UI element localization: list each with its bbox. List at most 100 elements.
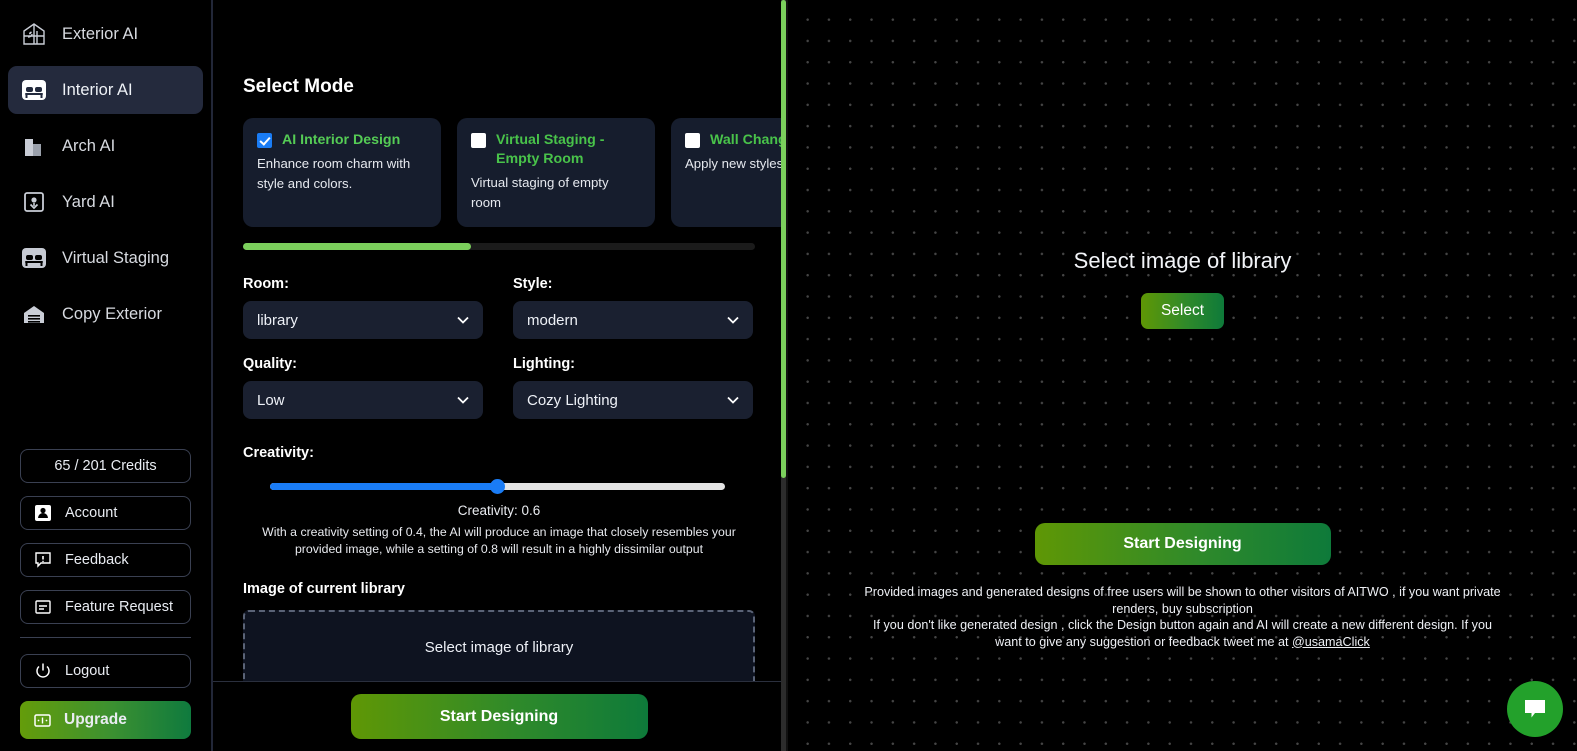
scrollbar-thumb[interactable] — [781, 0, 786, 478]
sidebar-item-label: Copy Exterior — [62, 304, 162, 323]
user-icon — [33, 503, 53, 523]
canvas-title: Select image of library — [1073, 248, 1292, 273]
quality-field: Quality: Low — [243, 356, 483, 436]
garage-icon — [20, 300, 48, 328]
sidebar-item-yard-ai[interactable]: Yard AI — [8, 178, 203, 226]
bed-icon — [20, 244, 48, 272]
mode-card-wall-changer[interactable]: Wall Changer Apply new styles an walls — [671, 118, 785, 227]
quality-selected-value: Low — [257, 391, 285, 409]
logout-label: Logout — [65, 663, 110, 679]
sidebar-item-label: Yard AI — [62, 192, 115, 211]
room-label: Room: — [243, 276, 289, 292]
chevron-down-icon — [727, 316, 739, 324]
lighting-select[interactable]: Cozy Lighting — [513, 381, 753, 419]
creativity-section: Creativity: Creativity: 0.6 With a creat… — [243, 445, 755, 557]
sidebar: Exterior AI Interior AI Arch AI Yard AI … — [0, 0, 213, 751]
feature-request-label: Feature Request — [65, 599, 174, 615]
room-select[interactable]: library — [243, 301, 483, 339]
sidebar-item-copy-exterior[interactable]: Copy Exterior — [8, 290, 203, 338]
upgrade-button[interactable]: Upgrade — [20, 701, 191, 739]
style-label: Style: — [513, 276, 553, 292]
chat-bubble-alert-icon — [33, 550, 53, 570]
power-icon — [33, 661, 53, 681]
creativity-help-text: With a creativity setting of 0.4, the AI… — [262, 525, 736, 556]
credits-label: 65 / 201 Credits — [54, 458, 157, 474]
mode-card-header: Virtual Staging - Empty Room — [471, 131, 641, 169]
feature-request-button[interactable]: Feature Request — [20, 590, 191, 624]
feedback-button[interactable]: Feedback — [20, 543, 191, 577]
image-section-label: Image of current library — [243, 581, 405, 597]
chat-bubble-icon — [1525, 700, 1545, 718]
account-button[interactable]: Account — [20, 496, 191, 530]
chevron-down-icon — [457, 316, 469, 324]
mode-card-header: Wall Changer — [685, 131, 785, 150]
canvas-empty-state: Select image of library Select — [1073, 248, 1292, 329]
mode-card-virtual-staging-empty-room[interactable]: Virtual Staging - Empty Room Virtual sta… — [457, 118, 655, 227]
config-panel: Select Mode AI Interior Design Enhance r… — [213, 0, 788, 751]
note-icon — [33, 597, 53, 617]
chat-widget-button[interactable] — [1507, 681, 1563, 737]
sidebar-item-label: Arch AI — [62, 136, 116, 155]
sidebar-item-exterior-ai[interactable]: Exterior AI — [8, 10, 203, 58]
feedback-label: Feedback — [65, 552, 129, 568]
bed-icon — [20, 76, 48, 104]
mode-checkbox[interactable] — [257, 133, 272, 148]
preview-canvas: Select image of library Select Start Des… — [788, 0, 1577, 751]
image-dropzone[interactable]: Select image of library — [243, 610, 755, 681]
lighting-label: Lighting: — [513, 356, 576, 372]
mode-title: AI Interior Design — [282, 132, 401, 148]
config-panel-footer: Start Designing — [213, 681, 785, 751]
slider-thumb[interactable] — [490, 479, 505, 494]
note-line-2: If you don't like generated design , cli… — [863, 617, 1503, 650]
mode-card-list: AI Interior Design Enhance room charm wi… — [243, 118, 785, 227]
upgrade-label: Upgrade — [64, 711, 127, 728]
start-designing-button-canvas[interactable]: Start Designing — [1034, 523, 1331, 565]
logout-button[interactable]: Logout — [20, 654, 191, 688]
mode-card-header: AI Interior Design — [257, 131, 427, 150]
mode-title: Wall Changer — [710, 132, 785, 148]
creativity-value: Creativity: 0.6 — [457, 503, 541, 518]
twitter-handle-link[interactable]: @usamaClick — [1292, 635, 1370, 649]
chevron-down-icon — [727, 396, 739, 404]
options-grid: Room: library Style: modern Quality: Low… — [243, 276, 755, 436]
sidebar-item-interior-ai[interactable]: Interior AI — [8, 66, 203, 114]
credits-badge: 65 / 201 Credits — [20, 449, 191, 483]
chevron-down-icon — [457, 396, 469, 404]
sidebar-item-arch-ai[interactable]: Arch AI — [8, 122, 203, 170]
note-line-2-text: If you don't like generated design , cli… — [873, 618, 1492, 649]
mode-list-scrollbar[interactable] — [243, 243, 755, 250]
select-image-button[interactable]: Select — [1141, 293, 1224, 329]
creativity-label: Creativity: — [243, 445, 314, 461]
style-selected-value: modern — [527, 311, 578, 329]
start-designing-button-panel[interactable]: Start Designing — [350, 694, 648, 739]
quality-select[interactable]: Low — [243, 381, 483, 419]
lighting-selected-value: Cozy Lighting — [527, 391, 618, 409]
sidebar-divider — [20, 637, 191, 638]
sidebar-item-label: Interior AI — [62, 80, 133, 99]
sidebar-footer: 65 / 201 Credits Account Feedback Featur… — [0, 449, 211, 751]
account-label: Account — [65, 505, 118, 521]
mode-description: Enhance room charm with style and colors… — [257, 156, 411, 191]
app-root: Exterior AI Interior AI Arch AI Yard AI … — [0, 0, 1577, 751]
mode-description: Virtual staging of empty room — [471, 175, 609, 210]
config-panel-scroll-area: Select Mode AI Interior Design Enhance r… — [213, 0, 785, 681]
greenhouse-icon — [20, 20, 48, 48]
plant-box-icon — [20, 188, 48, 216]
mode-card-ai-interior-design[interactable]: AI Interior Design Enhance room charm wi… — [243, 118, 441, 227]
room-selected-value: library — [257, 311, 298, 329]
mode-description: Apply new styles an walls — [685, 156, 785, 171]
creativity-slider[interactable] — [270, 479, 725, 494]
sidebar-item-virtual-staging[interactable]: Virtual Staging — [8, 234, 203, 282]
mode-title: Virtual Staging - Empty Room — [496, 132, 605, 167]
select-mode-title: Select Mode — [243, 76, 354, 97]
money-icon — [32, 710, 52, 730]
dropzone-text: Select image of library — [424, 639, 574, 656]
building-icon — [20, 132, 48, 160]
canvas-notes: Provided images and generated designs of… — [863, 584, 1503, 650]
mode-checkbox[interactable] — [471, 133, 486, 148]
mode-checkbox[interactable] — [685, 133, 700, 148]
room-field: Room: library — [243, 276, 483, 356]
note-line-1: Provided images and generated designs of… — [864, 585, 1501, 616]
config-panel-scrollbar[interactable] — [781, 0, 786, 751]
style-select[interactable]: modern — [513, 301, 753, 339]
